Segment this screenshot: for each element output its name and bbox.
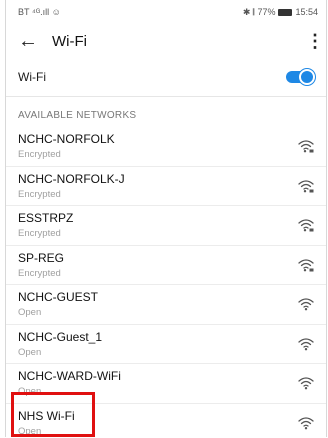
network-status: Encrypted: [18, 149, 61, 161]
wifi-icon: [298, 417, 314, 430]
network-item[interactable]: ESSTRPZ Encrypted: [6, 206, 326, 246]
network-item[interactable]: SP-REG Encrypted: [6, 246, 326, 285]
wifi-locked-icon: [298, 180, 314, 193]
network-name: NCHC-GUEST: [18, 290, 98, 305]
network-item[interactable]: NCHC-WARD-WiFi Open: [6, 364, 326, 404]
status-bar: BT ⁴ᴳ.ıll ☺ ✱ 𝄃 77% 15:54: [6, 0, 326, 24]
network-item[interactable]: NHS Wi-Fi Open: [6, 404, 326, 438]
arrow-left-icon[interactable]: ←: [18, 31, 40, 51]
network-name: NCHC-NORFOLK: [18, 132, 115, 147]
app-header: ← Wi-Fi ⋮: [6, 24, 326, 58]
status-right: ✱ 𝄃 77% 15:54: [243, 7, 318, 18]
network-name: SP-REG: [18, 250, 65, 265]
network-item[interactable]: NCHC-GUEST Open: [6, 285, 326, 325]
network-text: NCHC-NORFOLK Encrypted: [18, 132, 115, 160]
available-networks-heading: AVAILABLE NETWORKS: [18, 110, 137, 121]
network-name: NCHC-Guest_1: [18, 329, 103, 344]
wifi-icon: [298, 377, 314, 390]
network-name: NCHC-NORFOLK-J: [18, 171, 125, 186]
wifi-icon: [298, 338, 314, 351]
network-text: ESSTRPZ Encrypted: [18, 211, 73, 239]
clock-text: 15:54: [295, 7, 318, 17]
toggle-knob: [299, 69, 315, 85]
page-title: Wi-Fi: [52, 32, 87, 50]
wifi-toggle-switch[interactable]: [286, 69, 315, 85]
wifi-locked-icon: [298, 219, 314, 232]
network-name: NCHC-WARD-WiFi: [18, 369, 121, 384]
network-list: NCHC-NORFOLK Encrypted NCHC-NORFOLK-J Encry…: [6, 127, 326, 437]
wifi-locked-icon: [298, 140, 314, 153]
status-icons-text: ✱ 𝄃 77%: [242, 6, 276, 17]
wifi-toggle-row[interactable]: Wi-Fi: [6, 58, 326, 97]
network-text: NCHC-Guest_1 Open: [18, 330, 102, 358]
status-left: BT ⁴ᴳ.ıll ☺: [18, 7, 61, 17]
wifi-icon: [298, 298, 314, 311]
network-name: ESSTRPZ: [18, 211, 74, 226]
network-status: Open: [18, 425, 42, 437]
phone-screen: BT ⁴ᴳ.ıll ☺ ✱ 𝄃 77% 15:54 ← Wi-Fi ⋮ Wi-F…: [5, 0, 327, 437]
network-status: Encrypted: [18, 228, 61, 240]
network-text: SP-REG Encrypted: [18, 251, 64, 279]
network-item[interactable]: NCHC-NORFOLK-J Encrypted: [6, 167, 326, 206]
network-item[interactable]: NCHC-NORFOLK Encrypted: [6, 127, 326, 167]
network-status: Encrypted: [18, 188, 61, 200]
network-text: NCHC-WARD-WiFi Open: [18, 369, 121, 397]
network-status: Encrypted: [18, 267, 61, 279]
network-name: NHS Wi-Fi: [18, 408, 75, 423]
battery-icon: [278, 8, 293, 16]
network-status: Open: [18, 346, 42, 358]
network-text: NCHC-NORFOLK-J Encrypted: [18, 172, 125, 200]
carrier-signal-text: BT ⁴ᴳ.ıll ☺: [18, 7, 61, 17]
network-item[interactable]: NCHC-Guest_1 Open: [6, 325, 326, 364]
network-text: NCHC-GUEST Open: [18, 290, 98, 318]
network-text: NHS Wi-Fi Open: [18, 409, 75, 437]
network-status: Open: [18, 307, 42, 319]
wifi-toggle-label: Wi-Fi: [18, 70, 46, 84]
wifi-locked-icon: [298, 259, 314, 272]
more-vertical-icon[interactable]: ⋮: [306, 31, 324, 52]
network-status: Open: [18, 386, 42, 398]
